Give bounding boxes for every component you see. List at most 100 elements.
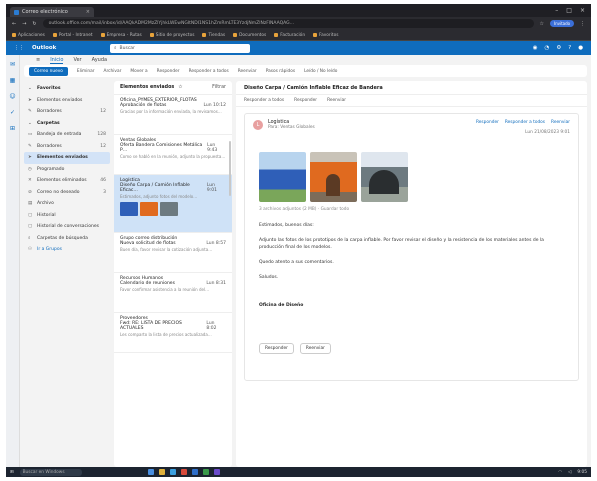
bottom-reply-button[interactable]: Responder (259, 343, 294, 354)
mail-item[interactable]: Oficina_PYMES_EXTERIOR_FLOTAS Aprobación … (114, 95, 232, 135)
read-unread-button[interactable]: Leído / No leído (304, 69, 337, 74)
browser-tab[interactable]: Correo electrónico × (10, 7, 94, 17)
bookmark-item[interactable]: Favoritos (313, 33, 338, 38)
bookmark-item[interactable]: Tiendas (202, 33, 225, 38)
volume-icon[interactable]: ◁ (568, 470, 571, 475)
quick-steps-button[interactable]: Pasos rápidos (266, 69, 295, 74)
menu-icon[interactable]: ⋮ (580, 21, 585, 27)
bottom-forward-button[interactable]: Reenviar (299, 343, 331, 354)
tab-ayuda[interactable]: Ayuda (92, 57, 107, 63)
reply-button[interactable]: Responder (157, 69, 180, 74)
folder-item[interactable]: ▢ Historial (24, 210, 110, 222)
photo-blue-tent[interactable] (259, 152, 306, 202)
msg-forward-button[interactable]: Reenviar (551, 120, 570, 125)
maximize-icon[interactable]: □ (566, 7, 572, 14)
apps-icon[interactable]: ⊞ (10, 125, 15, 132)
msg-reply-all-button[interactable]: Responder a todos (505, 120, 545, 125)
reply-all-action[interactable]: Responder a todos (244, 98, 284, 103)
url-input[interactable]: outlook.office.com/mail/inbox/id/AAQkADM… (42, 19, 534, 28)
folder-item[interactable]: ⊘ Correo no deseado 3 (24, 187, 110, 199)
folder-item[interactable]: ✎ Borradores 12 (24, 141, 110, 153)
bell-icon[interactable]: ◔ (545, 45, 550, 51)
edge-icon[interactable] (169, 469, 176, 475)
reply-action[interactable]: Responder (294, 98, 317, 103)
explorer-icon[interactable] (158, 469, 165, 475)
clock[interactable]: 9:05 (577, 470, 587, 475)
help-icon[interactable]: ? (568, 45, 571, 51)
folder-item[interactable]: ◷ Programado (24, 164, 110, 176)
main-area: ✉ ▦ ☺ ✓ ⊞ ≡ Inicio Ver Ayuda Correo nuev… (6, 55, 591, 467)
ribbon-tabs: ≡ Inicio Ver Ayuda (20, 55, 591, 65)
delete-button[interactable]: Eliminar (77, 69, 95, 74)
browser-tab-bar: Correo electrónico × – □ × (6, 4, 591, 17)
forward-button[interactable]: Reenviar (238, 69, 257, 74)
forward-icon[interactable]: → (22, 21, 26, 27)
bookmark-item[interactable]: Facturación (274, 33, 305, 38)
todo-icon[interactable]: ✓ (10, 109, 15, 116)
archive-button[interactable]: Archivar (104, 69, 122, 74)
teams-icon[interactable] (213, 469, 220, 475)
photo-orange-tent[interactable] (310, 152, 357, 202)
mail-item[interactable]: Ventas Globales Oferta Bandera Comisiones… (114, 135, 232, 175)
close-tab-icon[interactable]: × (86, 9, 90, 15)
close-window-icon[interactable]: × (580, 7, 585, 14)
mail-item[interactable]: Grupo correo distribución Nueva solicitud… (114, 233, 232, 273)
back-icon[interactable]: ← (12, 21, 16, 27)
sender-row: L Logística Para: Ventas Globales Respon… (253, 120, 570, 130)
folder-item[interactable]: ✕ Elementos eliminados 46 (24, 175, 110, 187)
folder-group[interactable]: ⌄ Favoritos (24, 83, 110, 95)
taskbar-search[interactable]: Buscar en Windows (19, 468, 82, 476)
bookmark-item[interactable]: Empresa - Rutas (100, 33, 142, 38)
wifi-icon[interactable]: ◠ (558, 470, 562, 475)
folder-item[interactable]: ▤ Archivo (24, 198, 110, 210)
minimize-icon[interactable]: – (555, 7, 558, 14)
filter-button[interactable]: Filtrar (212, 85, 226, 90)
calendar-icon[interactable]: ▦ (10, 77, 16, 84)
msg-reply-button[interactable]: Responder (476, 120, 499, 125)
mail-item[interactable]: Logística Diseño Carpa / Camión Inflable … (114, 175, 232, 233)
bookmark-item[interactable]: Portal - Intranet (52, 33, 93, 38)
chrome-icon[interactable] (180, 469, 187, 475)
tab-ver[interactable]: Ver (73, 57, 81, 63)
tab-inicio[interactable]: Inicio (50, 57, 64, 64)
mail-icon[interactable]: ✉ (10, 61, 15, 68)
bookmark-item[interactable]: Documentos (233, 33, 266, 38)
folder-item[interactable]: ➤ Elementos enviados (24, 152, 110, 164)
app-launcher-icon[interactable]: ⋮⋮ (14, 45, 24, 51)
folder-item[interactable]: ▭ Bandeja de entrada 128 (24, 129, 110, 141)
excel-icon[interactable] (202, 469, 209, 475)
folder-item[interactable]: ⚇ Ir a Grupos (24, 244, 110, 256)
windows-start-icon[interactable]: ⊞ (10, 470, 14, 475)
bookmark-item[interactable]: Sitio de proyectos (149, 33, 194, 38)
thumbnail[interactable] (120, 202, 138, 216)
mail-item[interactable]: Proveedores Fwd: RE: LISTA DE PRECIOS ACT… (114, 313, 232, 353)
bookmark-item[interactable]: Aplicaciones (12, 33, 45, 38)
hamburger-icon[interactable]: ≡ (36, 57, 40, 63)
outlook-icon[interactable] (191, 469, 198, 475)
scrollbar[interactable] (229, 141, 231, 196)
reload-icon[interactable]: ↻ (32, 21, 36, 27)
meet-icon[interactable]: ◉ (533, 45, 538, 51)
folder-item[interactable]: ⌕ Carpetas de búsqueda (24, 233, 110, 245)
search-input[interactable]: ⌕ Buscar (110, 43, 250, 53)
photo-grey-tent[interactable] (361, 152, 408, 202)
move-button[interactable]: Mover a (130, 69, 147, 74)
attachments-summary[interactable]: 3 archivos adjuntos (2 MB) · Guardar tod… (259, 207, 570, 212)
folder-item[interactable]: ➤ Elementos enviados (24, 95, 110, 107)
folder-item[interactable]: ✎ Borradores 12 (24, 106, 110, 118)
thumbnail[interactable] (160, 202, 178, 216)
star-icon[interactable]: ☆ (540, 21, 544, 27)
folder-group[interactable]: ⌄ Carpetas (24, 118, 110, 130)
forward-action[interactable]: Reenviar (327, 98, 346, 103)
new-mail-button[interactable]: Correo nuevo (29, 66, 68, 76)
people-icon[interactable]: ☺ (9, 93, 15, 100)
profile-button[interactable]: Invitado (550, 20, 574, 27)
folder-item[interactable]: ▢ Historial de conversaciones (24, 221, 110, 233)
account-icon[interactable]: ● (578, 45, 583, 51)
star-icon[interactable]: ☆ (178, 85, 182, 90)
taskview-icon[interactable] (147, 469, 154, 475)
gear-icon[interactable]: ⚙ (556, 45, 561, 51)
mail-item[interactable]: Recursos Humanos Calendario de reuniones L… (114, 273, 232, 313)
thumbnail[interactable] (140, 202, 158, 216)
reply-all-button[interactable]: Responder a todos (189, 69, 229, 74)
